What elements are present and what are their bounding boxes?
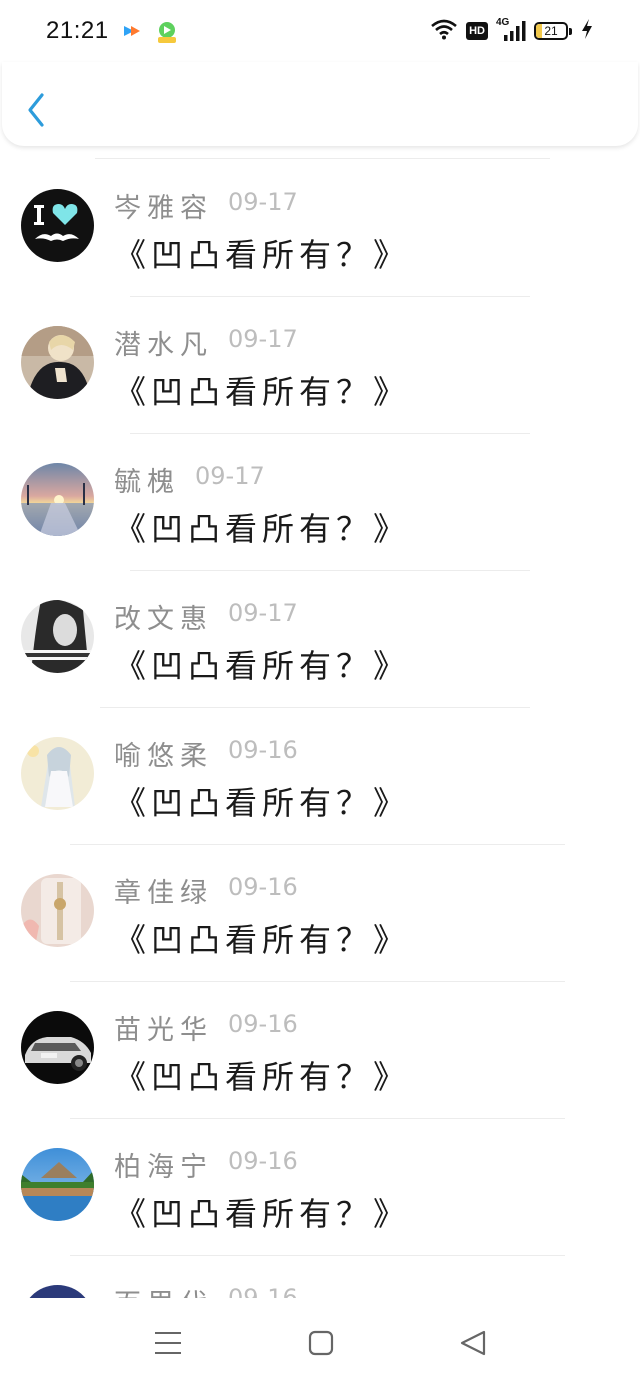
list-item[interactable]: 苗光华 09-16 《凹凸看所有？》 <box>0 968 640 1105</box>
avatar[interactable] <box>21 874 94 947</box>
status-left: 21:21 <box>46 17 177 45</box>
comment-list[interactable]: 岑雅容 09-17 《凹凸看所有？》 潜水凡 09-17 《凹凸看所有？》 毓槐… <box>0 146 640 1298</box>
commenter-name[interactable]: 柏海宁 <box>114 1145 213 1184</box>
back-triangle-icon <box>460 1330 486 1356</box>
commenter-name[interactable]: 毓槐 <box>114 460 180 499</box>
comment-text: 《凹凸看所有？》 <box>114 510 411 548</box>
commenter-name[interactable]: 苗光华 <box>114 1008 213 1047</box>
charging-icon <box>580 18 594 44</box>
comment-text: 《凹凸看所有？》 <box>114 1195 411 1233</box>
video-app-icon <box>155 20 177 43</box>
comment-date: 09-17 <box>228 599 298 627</box>
status-right: HD 4G 21 <box>430 17 594 44</box>
list-item[interactable]: 章佳绿 09-16 《凹凸看所有？》 <box>0 831 640 968</box>
comment-date: 09-17 <box>228 188 298 216</box>
bilibili-app-icon <box>121 20 143 42</box>
comment-text: 《凹凸看所有？》 <box>114 236 411 274</box>
system-nav-bar <box>0 1298 640 1387</box>
list-item[interactable]: 柏海宁 09-16 《凹凸看所有？》 <box>0 1105 640 1242</box>
commenter-name[interactable]: 改文惠 <box>114 597 213 636</box>
battery-body: 21 <box>534 22 568 40</box>
comment-date: 09-17 <box>195 462 265 490</box>
comment-date: 09-16 <box>228 1010 298 1038</box>
list-item[interactable]: 潜水凡 09-17 《凹凸看所有？》 <box>0 283 640 420</box>
comment-date: 09-16 <box>228 1284 298 1298</box>
comment-text: 《凹凸看所有？》 <box>114 647 411 685</box>
status-bar: 21:21 HD 4G 21 <box>0 0 640 62</box>
list-item[interactable]: 岑雅容 09-17 《凹凸看所有？》 <box>0 146 640 283</box>
avatar[interactable] <box>21 737 94 810</box>
comment-text: 《凹凸看所有？》 <box>114 1058 411 1096</box>
list-item[interactable]: 喻悠柔 09-16 《凹凸看所有？》 <box>0 694 640 831</box>
comment-text: 《凹凸看所有？》 <box>114 373 411 411</box>
commenter-name[interactable]: 喻悠柔 <box>114 734 213 773</box>
commenter-name[interactable]: 章佳绿 <box>114 871 213 910</box>
comment-text: 《凹凸看所有？》 <box>114 784 411 822</box>
list-item[interactable]: 毓槐 09-17 《凹凸看所有？》 <box>0 420 640 557</box>
hd-icon: HD <box>466 22 488 40</box>
home-button[interactable] <box>306 1328 336 1358</box>
list-item[interactable]: 改文惠 09-17 《凹凸看所有？》 <box>0 557 640 694</box>
comment-date: 09-17 <box>228 325 298 353</box>
battery-level: 21 <box>544 24 558 38</box>
wifi-icon <box>430 18 458 44</box>
avatar[interactable] <box>21 1285 94 1298</box>
commenter-name[interactable]: 潜水凡 <box>114 323 213 362</box>
avatar[interactable] <box>21 600 94 673</box>
back-nav-button[interactable] <box>458 1328 488 1358</box>
menu-icon <box>155 1332 181 1354</box>
menu-button[interactable] <box>153 1328 183 1358</box>
comment-text: 《凹凸看所有？》 <box>114 921 411 959</box>
avatar[interactable] <box>21 189 94 262</box>
chevron-left-icon <box>28 93 44 127</box>
home-icon <box>308 1330 334 1356</box>
commenter-name[interactable]: 百里代 <box>114 1282 213 1298</box>
avatar[interactable] <box>21 1148 94 1221</box>
screen: 21:21 HD 4G 21 岑雅容 09-17 《凹凸看所有？》 潜水凡 09… <box>0 0 640 1387</box>
status-time: 21:21 <box>46 17 109 44</box>
header-bar <box>2 62 638 146</box>
avatar[interactable] <box>21 1011 94 1084</box>
back-button[interactable] <box>22 90 52 130</box>
avatar[interactable] <box>21 326 94 399</box>
commenter-name[interactable]: 岑雅容 <box>114 186 213 225</box>
battery-tip <box>569 27 572 35</box>
signal-icon: 4G <box>496 17 526 43</box>
list-item[interactable]: 百里代 09-16 <box>0 1242 640 1298</box>
comment-date: 09-16 <box>228 1147 298 1175</box>
avatar[interactable] <box>21 463 94 536</box>
battery-icon: 21 <box>534 22 572 40</box>
comment-date: 09-16 <box>228 736 298 764</box>
comment-date: 09-16 <box>228 873 298 901</box>
